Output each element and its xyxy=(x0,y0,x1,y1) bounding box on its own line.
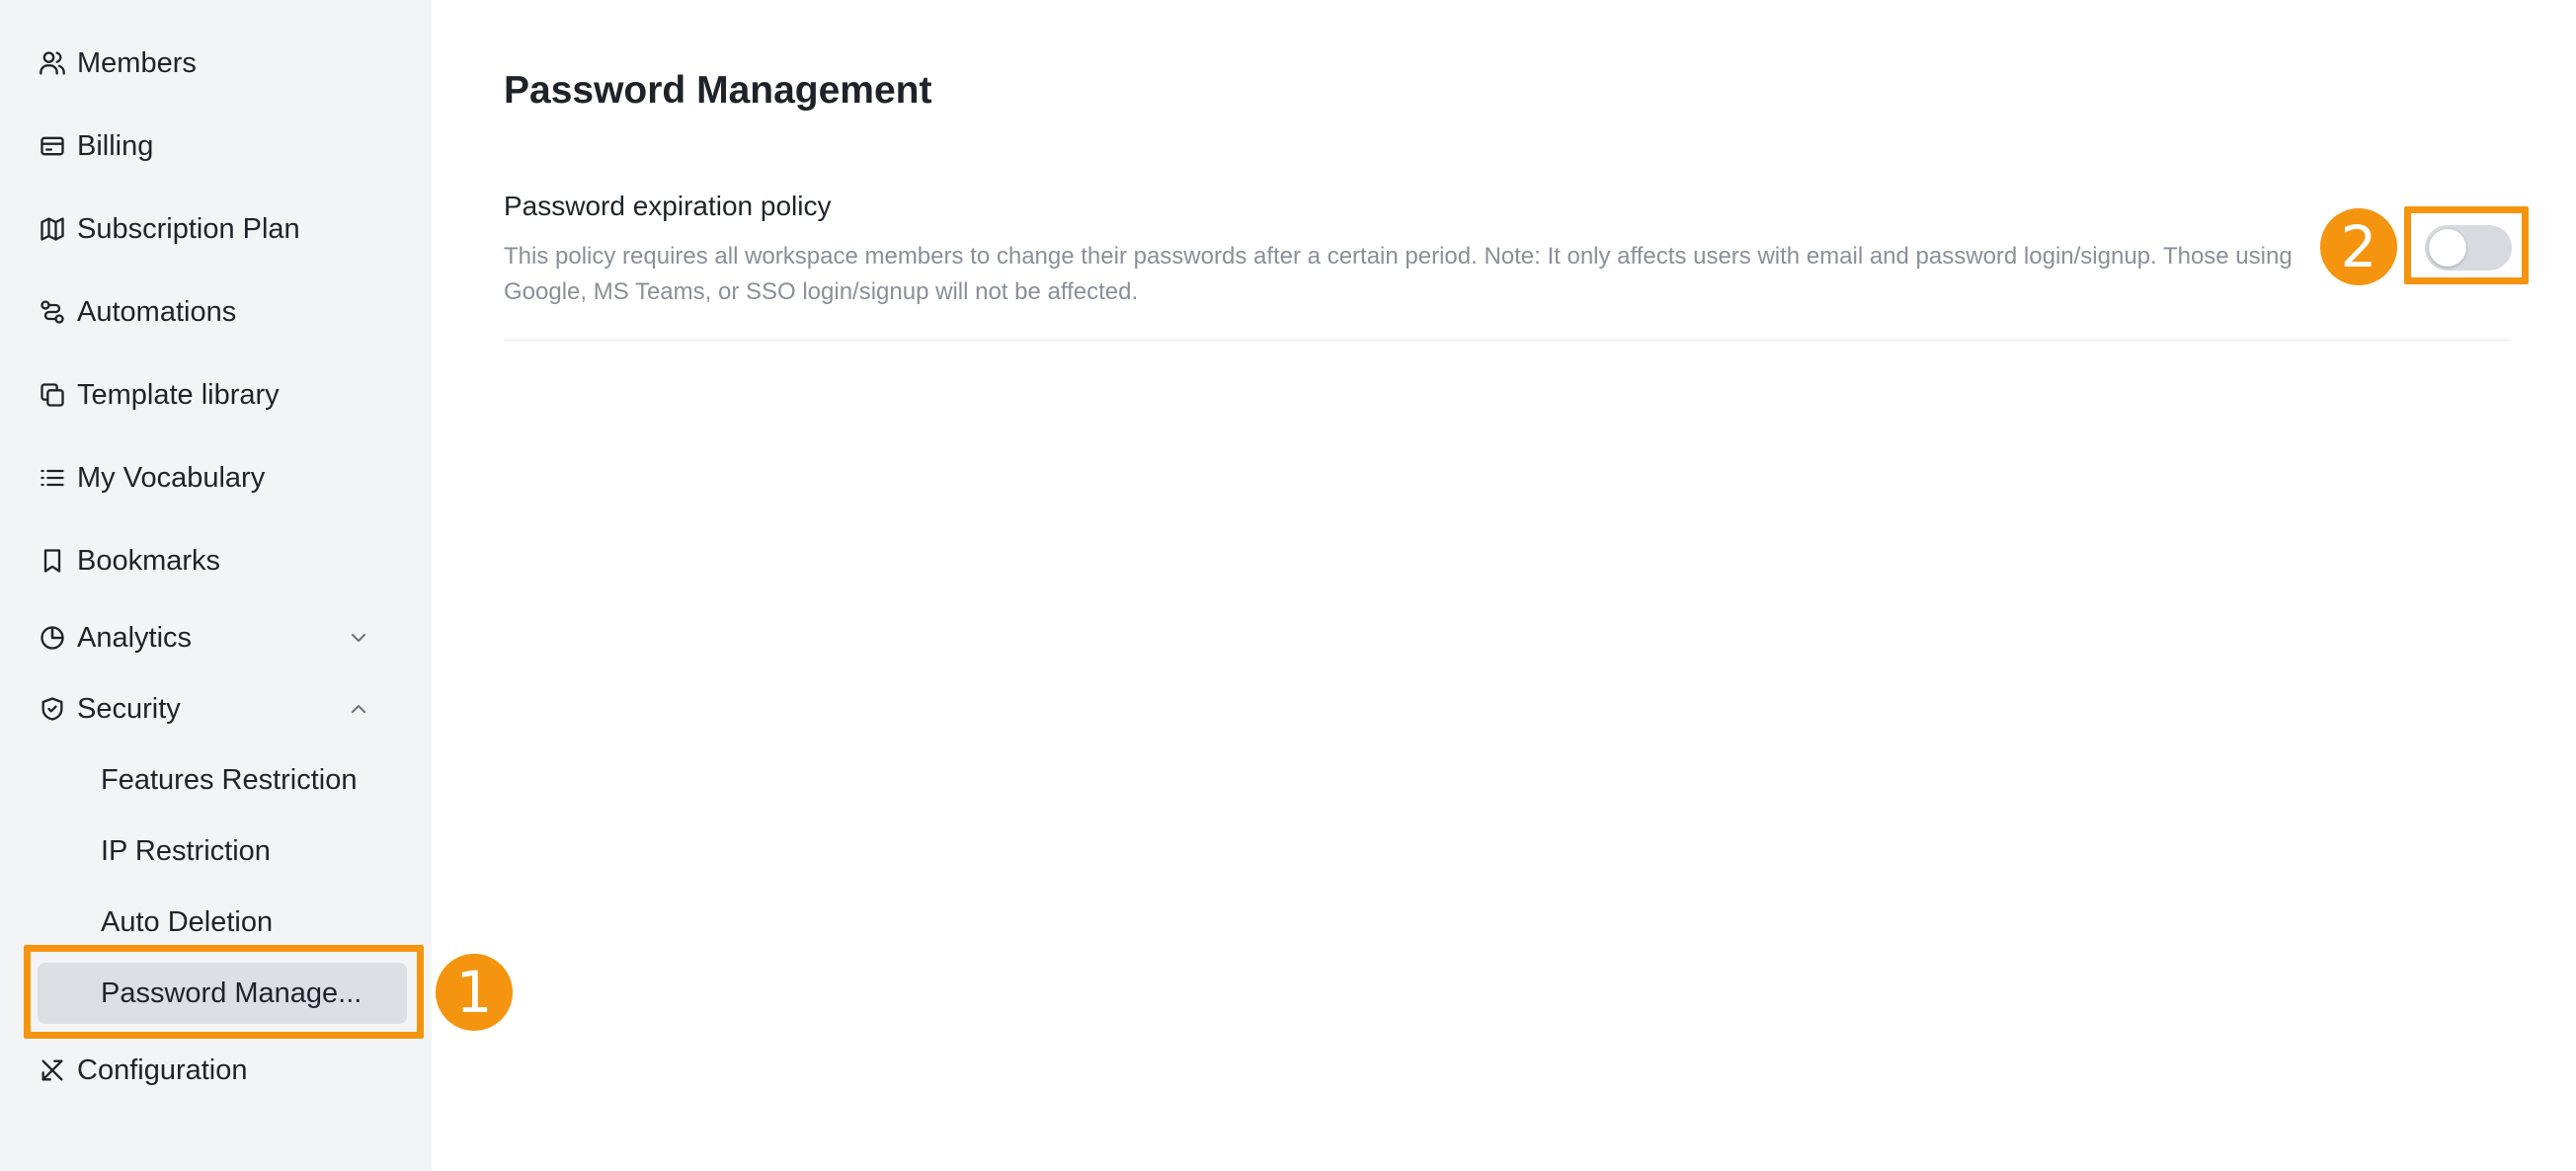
sidebar-item-label: Configuration xyxy=(77,1054,248,1086)
sidebar-subitem-ip-restriction[interactable]: IP Restriction xyxy=(101,826,271,876)
annotation-badge-1: 1 xyxy=(436,954,513,1031)
copy-icon xyxy=(38,380,67,410)
users-icon xyxy=(38,48,67,78)
map-icon xyxy=(38,214,67,244)
password-expiration-toggle[interactable] xyxy=(2425,225,2512,271)
sidebar-item-label: My Vocabulary xyxy=(77,461,266,494)
sidebar-item-label: Template library xyxy=(77,378,280,411)
sidebar-subitem-auto-deletion[interactable]: Auto Deletion xyxy=(101,898,273,947)
sidebar-subitem-label: Features Restriction xyxy=(101,763,358,796)
sidebar-item-label: Automations xyxy=(77,295,237,328)
sidebar-item-automations[interactable]: Automations xyxy=(38,287,236,337)
sidebar-item-label: Billing xyxy=(77,129,154,162)
sidebar-item-template-library[interactable]: Template library xyxy=(38,370,280,420)
divider xyxy=(504,340,2511,341)
annotation-number: 2 xyxy=(2340,213,2377,280)
annotation-box-1 xyxy=(24,945,424,1039)
sidebar-subitem-label: Auto Deletion xyxy=(101,905,274,938)
chevron-down-icon[interactable] xyxy=(344,623,373,653)
sidebar-subitem-label: IP Restriction xyxy=(101,834,271,867)
sidebar-item-label: Subscription Plan xyxy=(77,212,300,245)
sidebar-item-members[interactable]: Members xyxy=(38,39,197,88)
credit-card-icon xyxy=(38,131,67,161)
sidebar-subitem-features-restriction[interactable]: Features Restriction xyxy=(101,755,358,805)
list-icon xyxy=(38,463,67,493)
setting-description: This policy requires all workspace membe… xyxy=(504,243,2293,305)
sidebar-item-my-vocabulary[interactable]: My Vocabulary xyxy=(38,453,265,503)
sidebar-item-label: Members xyxy=(77,46,197,79)
sidebar-item-configuration[interactable]: Configuration xyxy=(38,1046,248,1095)
workflow-icon xyxy=(38,297,67,327)
pie-chart-icon xyxy=(38,623,67,653)
sidebar-item-billing[interactable]: Billing xyxy=(38,121,153,171)
annotation-number: 1 xyxy=(455,959,493,1026)
sidebar-item-label: Security xyxy=(77,692,181,725)
sidebar-item-label: Analytics xyxy=(77,621,193,654)
sidebar-item-subscription-plan[interactable]: Subscription Plan xyxy=(38,204,300,254)
sidebar-item-label: Bookmarks xyxy=(77,544,221,577)
tools-icon xyxy=(38,1055,67,1085)
app-window: Members Billing Subscription Plan Automa… xyxy=(0,0,2576,1171)
page-title: Password Management xyxy=(504,69,932,112)
annotation-badge-2: 2 xyxy=(2320,208,2397,285)
setting-title: Password expiration policy xyxy=(504,191,832,221)
chevron-up-icon[interactable] xyxy=(344,694,373,724)
shield-check-icon xyxy=(38,694,67,724)
toggle-knob xyxy=(2429,229,2466,267)
sidebar-item-bookmarks[interactable]: Bookmarks xyxy=(38,536,220,586)
bookmark-icon xyxy=(38,546,67,576)
